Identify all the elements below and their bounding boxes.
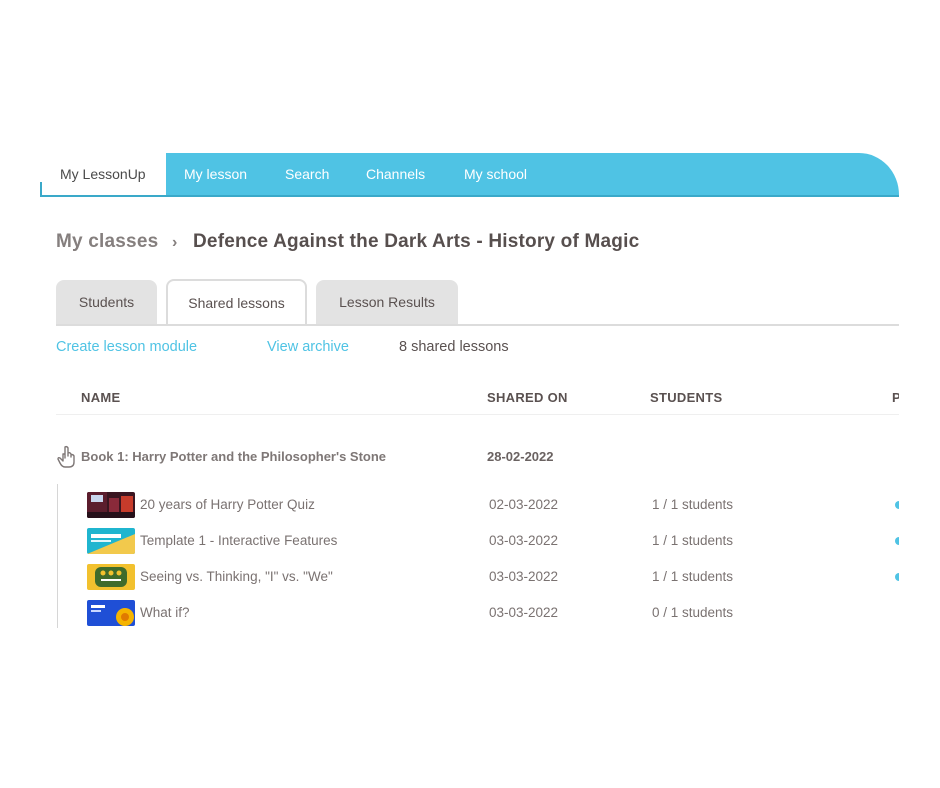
nav-my-school[interactable]: My school [464,166,527,182]
tab-shared-lessons[interactable]: Shared lessons [166,279,307,325]
breadcrumb-my-classes[interactable]: My classes [56,231,158,253]
tab-lesson-results[interactable]: Lesson Results [316,280,458,324]
breadcrumb-separator: › [172,234,178,251]
lesson-title[interactable]: What if? [140,605,190,620]
table-row[interactable]: What if? 03-03-2022 0 / 1 students [0,600,899,636]
column-header-shared-on[interactable]: SHARED ON [487,390,568,405]
lesson-thumbnail [87,528,135,554]
lesson-shared-on: 03-03-2022 [489,569,559,584]
app-window: My LessonUp My lesson Search Channels My… [0,0,899,788]
tabs-underline [56,324,899,326]
lesson-shared-on: 02-03-2022 [489,497,559,512]
table-row[interactable]: Template 1 - Interactive Features 03-03-… [0,528,899,564]
lesson-thumbnail [87,600,135,626]
lesson-shared-on: 03-03-2022 [489,533,559,548]
tab-students[interactable]: Students [56,280,157,324]
nav-channels[interactable]: Channels [366,166,425,182]
status-indicator [895,501,899,509]
hand-pointer-icon [57,445,75,468]
nav-my-lesson[interactable]: My lesson [184,166,247,182]
lesson-thumbnail [87,492,135,518]
lesson-shared-on: 03-03-2022 [489,605,559,620]
nav-search[interactable]: Search [285,166,329,182]
lesson-title[interactable]: Template 1 - Interactive Features [140,533,337,548]
navbar-underline [40,195,899,197]
lesson-students: 1 / 1 students [652,497,734,512]
navbar-left-edge [40,182,42,196]
lesson-module-name[interactable]: Book 1: Harry Potter and the Philosopher… [81,449,386,464]
lesson-title[interactable]: 20 years of Harry Potter Quiz [140,497,315,512]
status-indicator [895,537,899,545]
page-title: Defence Against the Dark Arts - History … [193,231,640,252]
shared-lessons-count: 8 shared lessons [399,339,509,355]
lesson-students: 1 / 1 students [652,533,734,548]
lesson-module-shared-on: 28-02-2022 [487,449,554,464]
lesson-title[interactable]: Seeing vs. Thinking, "I" vs. "We" [140,569,333,584]
create-lesson-module-link[interactable]: Create lesson module [56,339,197,355]
lesson-students: 1 / 1 students [652,569,734,584]
lesson-students: 0 / 1 students [652,605,734,620]
top-navbar [166,153,899,195]
column-header-name[interactable]: NAME [81,390,120,405]
status-indicator [895,573,899,581]
table-row[interactable]: 20 years of Harry Potter Quiz 02-03-2022… [0,492,899,528]
view-archive-link[interactable]: View archive [267,339,349,355]
column-header-students[interactable]: STUDENTS [650,390,722,405]
lesson-thumbnail [87,564,135,590]
header-divider [56,414,899,415]
nav-my-lessonup[interactable]: My LessonUp [60,166,146,182]
table-row[interactable]: Seeing vs. Thinking, "I" vs. "We" 03-03-… [0,564,899,600]
column-header-p[interactable]: P [892,390,899,405]
